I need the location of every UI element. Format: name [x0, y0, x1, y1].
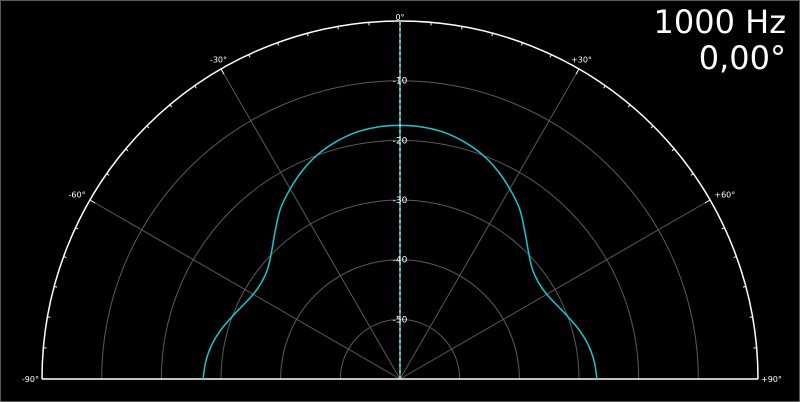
outer-tick: [220, 68, 225, 75]
outer-tick: [169, 104, 173, 108]
radial-tick-label: -40: [393, 256, 408, 266]
outer-tick: [627, 104, 631, 108]
polar-plot-frame: -10 -20 -30 -40 -50 -90° -60° -30° 0° +30° +60° +90…: [0, 0, 800, 402]
outer-tick: [650, 125, 654, 129]
outer-tick: [690, 173, 694, 176]
outer-tick: [146, 125, 150, 129]
angle-tick-label: -60°: [69, 191, 86, 200]
radial-tick-label: -10: [393, 77, 408, 87]
outer-tick: [47, 316, 51, 318]
angle-tick-label: 0°: [395, 13, 404, 22]
grid-spoke: [89, 199, 401, 380]
outer-tick: [671, 148, 675, 152]
radial-tick-label: -30: [393, 196, 408, 206]
outer-tick: [603, 85, 606, 89]
outer-tick: [106, 173, 110, 176]
radial-tick-label: -20: [393, 136, 408, 146]
outer-tick: [549, 54, 552, 58]
readout-panel: 1000 Hz 0,00°: [654, 4, 786, 76]
outer-tick: [125, 148, 129, 152]
outer-tick: [75, 227, 79, 230]
frequency-readout: 1000 Hz: [653, 3, 786, 41]
angle-tick-label: +60°: [714, 191, 735, 200]
outer-tick: [194, 85, 197, 89]
angle-tick-label: +30°: [571, 56, 592, 65]
outer-tick: [575, 68, 580, 75]
outer-tick: [721, 227, 725, 230]
angle-tick-label: -90°: [22, 375, 39, 384]
radial-tick-label: -50: [393, 315, 408, 325]
grid-spoke: [399, 68, 580, 380]
outer-tick: [749, 316, 753, 318]
outer-tick: [704, 199, 711, 204]
grid-spoke: [220, 68, 401, 380]
outer-tick: [89, 199, 96, 204]
outer-tick: [248, 54, 251, 58]
angle-tick-label: -30°: [210, 56, 227, 65]
angle-readout: 0,00°: [698, 39, 786, 77]
angle-tick-label: +90°: [761, 375, 782, 384]
outer-tick: [461, 26, 463, 30]
outer-tick: [337, 26, 339, 30]
grid-spoke: [399, 199, 711, 380]
